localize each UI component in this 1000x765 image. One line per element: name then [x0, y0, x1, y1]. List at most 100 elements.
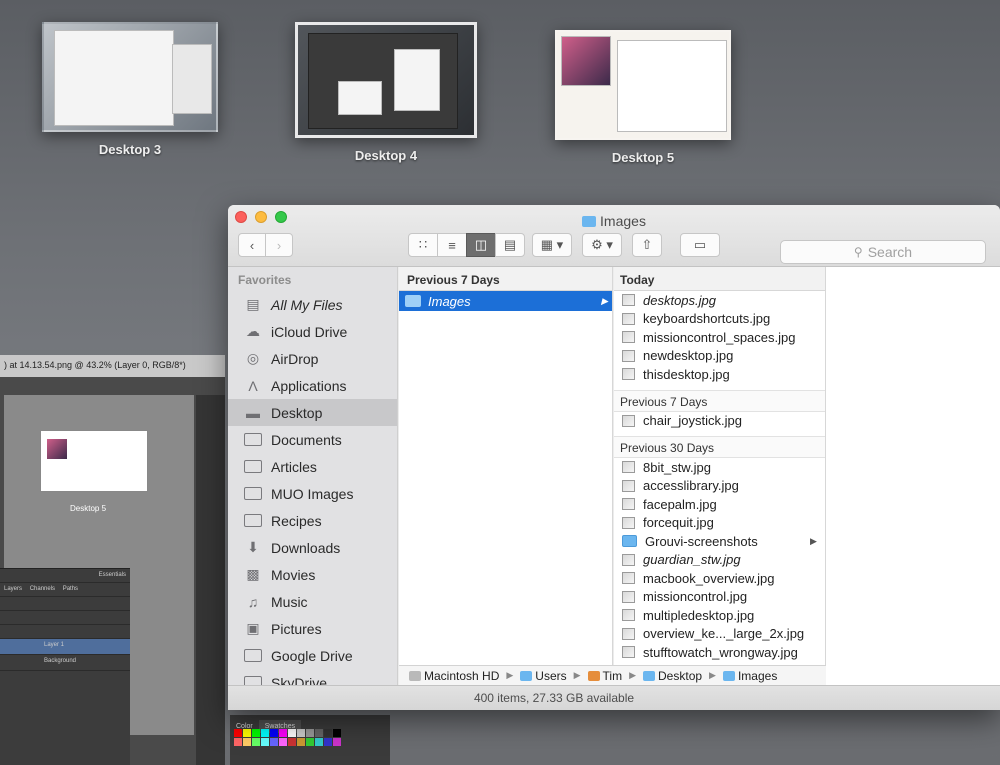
tab-paths[interactable]: Paths: [63, 586, 78, 592]
file-row[interactable]: multipledesktop.jpg: [614, 606, 825, 625]
home-icon: [587, 670, 600, 681]
search-icon: ⚲: [853, 245, 863, 259]
coverflow-icon: ▤: [503, 237, 517, 252]
path-label: Users: [535, 668, 567, 683]
file-name: chair_joystick.jpg: [643, 413, 742, 429]
folder-row-images[interactable]: Images ▶: [399, 291, 612, 311]
sidebar-item-recipes[interactable]: Recipes: [228, 507, 397, 534]
path-item-images[interactable]: Images: [722, 669, 777, 683]
music-icon: ♫: [247, 593, 259, 610]
action-button[interactable]: ⚙ ▾: [582, 233, 622, 257]
column-view-button[interactable]: ◫: [466, 233, 496, 257]
file-name: stufftowatch_wrongway.jpg: [643, 644, 798, 660]
space-thumbnail[interactable]: [42, 22, 218, 132]
path-item-desktop[interactable]: Desktop: [643, 669, 702, 683]
folder-row[interactable]: Grouvi-screenshots ▶: [614, 532, 825, 551]
sidebar-item-muo-images[interactable]: MUO Images: [228, 480, 397, 507]
file-row[interactable]: stufftowatch_wrongway.jpg: [614, 643, 825, 662]
path-item-macintosh-hd[interactable]: Macintosh HD: [409, 669, 499, 683]
layer-row[interactable]: Background: [0, 655, 130, 671]
sidebar-item-pictures[interactable]: ▣ Pictures: [228, 615, 397, 642]
mini-window: [617, 40, 727, 132]
share-button[interactable]: ⇧: [632, 233, 662, 257]
file-row[interactable]: keyboardshortcuts.jpg: [614, 310, 825, 329]
photoshop-layers-panel: Essentials Layers Channels Paths Layer 1…: [0, 568, 130, 765]
layer-row[interactable]: Layer 1: [0, 639, 130, 655]
space-thumbnail[interactable]: [555, 30, 731, 140]
icon-view-button[interactable]: ∷: [408, 233, 438, 257]
forward-button[interactable]: ›: [265, 233, 293, 257]
tab-layers[interactable]: Layers: [4, 586, 22, 592]
tags-button[interactable]: ▭: [680, 233, 720, 257]
photoshop-swatches-panel: Color Swatches: [230, 715, 390, 765]
chevron-right-icon: ▶: [506, 670, 514, 680]
grid-icon: ∷: [418, 237, 428, 252]
image-file-icon: [622, 516, 635, 529]
photoshop-doc-label: Desktop 5: [70, 504, 107, 513]
file-row[interactable]: missioncontrol_spaces.jpg: [614, 328, 825, 347]
panel-header: Essentials: [0, 569, 130, 583]
file-row[interactable]: newdesktop.jpg: [614, 347, 825, 366]
image-file-icon: [622, 294, 635, 307]
sidebar-item-desktop[interactable]: ▬ Desktop: [228, 399, 397, 426]
file-row[interactable]: forcequit.jpg: [614, 514, 825, 533]
file-row[interactable]: missioncontrol.jpg: [614, 588, 825, 607]
path-item-tim[interactable]: Tim: [587, 668, 623, 683]
finder-window: Images ‹ › ∷ ≡ ◫ ▤ ▦ ▾ ⚙ ▾ ⇧ ▭ ⚲ Search …: [228, 205, 1000, 710]
list-view-button[interactable]: ≡: [437, 233, 467, 257]
space-desktop-5[interactable]: Desktop 5: [555, 30, 731, 165]
space-label: Desktop 5: [611, 150, 675, 165]
arrange-button[interactable]: ▦ ▾: [532, 233, 572, 257]
finder-sidebar: Favorites ▤ All My Files ☁ iCloud Drive ◎ A…: [228, 267, 398, 691]
sidebar-item-articles[interactable]: Articles: [228, 453, 397, 480]
sidebar-item-google-drive[interactable]: Google Drive: [228, 642, 397, 669]
file-row[interactable]: guardian_stw.jpg: [614, 551, 825, 570]
search-input[interactable]: ⚲ Search: [780, 240, 986, 264]
sidebar-item-documents[interactable]: Documents: [228, 426, 397, 453]
tab-channels[interactable]: Channels: [30, 586, 55, 592]
arrange-icon: ▦ ▾: [540, 237, 564, 252]
chevron-right-icon: ▶: [709, 670, 716, 680]
browser-column-3: [826, 267, 1000, 685]
sidebar-item-all-my-files[interactable]: ▤ All My Files: [228, 291, 397, 318]
space-thumbnail[interactable]: [295, 22, 477, 138]
doc-image: [47, 439, 67, 459]
space-label: Desktop 3: [98, 142, 162, 157]
sidebar-item-airdrop[interactable]: ◎ AirDrop: [228, 345, 397, 372]
search-placeholder: Search: [867, 244, 913, 260]
group-heading-previous-30-days: Previous 30 Days: [614, 436, 825, 458]
image-file-icon: [622, 479, 635, 492]
list-icon: ≡: [448, 237, 456, 253]
sidebar-item-applications[interactable]: Λ Applications: [228, 372, 397, 399]
file-row[interactable]: desktops.jpg: [614, 291, 825, 310]
view-mode-segment: ∷ ≡ ◫ ▤: [408, 233, 525, 257]
file-row[interactable]: 8bit_stw.jpg: [614, 458, 825, 477]
camera-icon: ▣: [246, 620, 260, 636]
hard-drive-icon: [409, 670, 421, 681]
back-button[interactable]: ‹: [238, 233, 266, 257]
space-desktop-3[interactable]: Desktop 3: [42, 22, 218, 157]
file-row[interactable]: macbook_overview.jpg: [614, 569, 825, 588]
sidebar-item-music[interactable]: ♫ Music: [228, 588, 397, 615]
file-row[interactable]: chair_joystick.jpg: [614, 412, 825, 431]
sidebar-item-label: iCloud Drive: [271, 323, 348, 340]
coverflow-view-button[interactable]: ▤: [495, 233, 525, 257]
sidebar-item-downloads[interactable]: ⬇ Downloads: [228, 534, 397, 561]
folder-icon: [244, 433, 262, 446]
file-row[interactable]: thisdesktop.jpg: [614, 365, 825, 384]
sidebar-item-label: Pictures: [271, 620, 322, 637]
file-row[interactable]: facepalm.jpg: [614, 495, 825, 514]
photoshop-document-thumbnail: [40, 430, 148, 492]
space-desktop-4[interactable]: Desktop 4: [295, 22, 477, 163]
path-item-users[interactable]: Users: [520, 668, 567, 683]
image-file-icon: [622, 461, 635, 474]
sidebar-item-icloud-drive[interactable]: ☁ iCloud Drive: [228, 318, 397, 345]
file-row[interactable]: overview_ke..._large_2x.jpg: [614, 625, 825, 644]
finder-titlebar: Images ‹ › ∷ ≡ ◫ ▤ ▦ ▾ ⚙ ▾ ⇧ ▭ ⚲ Search: [228, 205, 1000, 267]
image-file-icon: [622, 609, 635, 622]
folder-icon: [722, 670, 735, 681]
file-row[interactable]: accesslibrary.jpg: [614, 477, 825, 496]
disclosure-arrow-icon: ▶: [601, 295, 608, 306]
path-label: Tim: [602, 668, 623, 683]
sidebar-item-movies[interactable]: ▩ Movies: [228, 561, 397, 588]
